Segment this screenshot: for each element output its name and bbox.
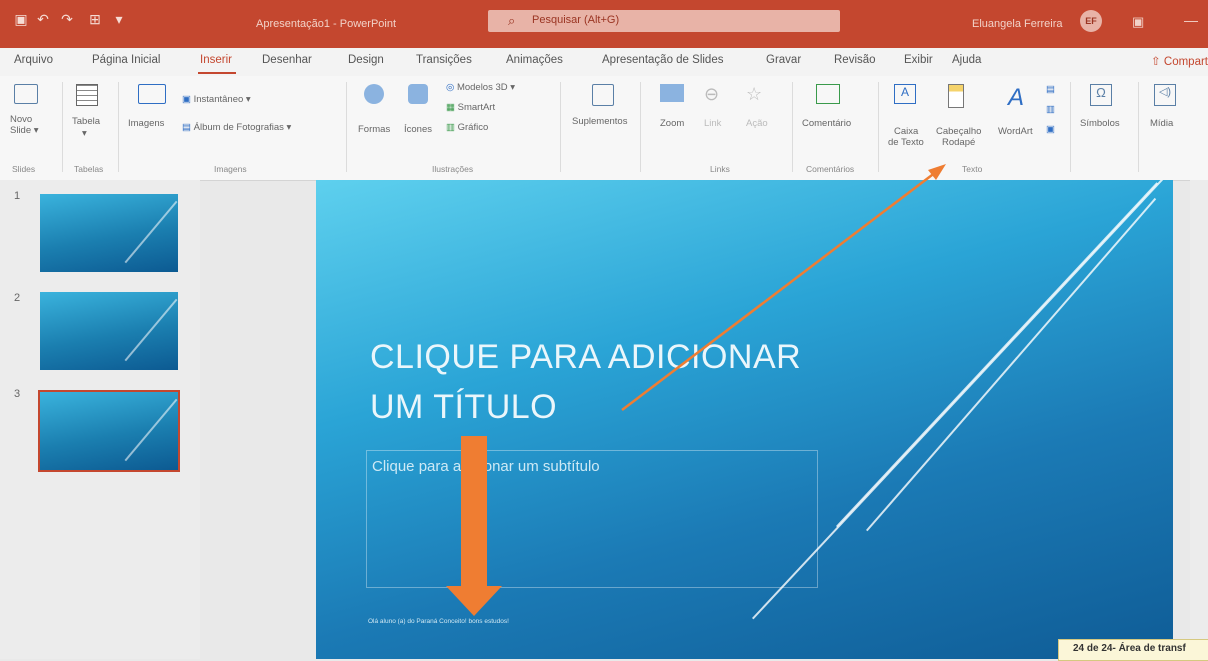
clipboard-status-chip: 24 de 24- Área de transf — [1058, 639, 1208, 661]
annotation-overlay — [446, 164, 946, 616]
annotation-down-arrow-head — [446, 586, 502, 616]
annotation-down-arrow-shaft — [461, 436, 487, 586]
clipboard-status-text: 24 de 24- Área de transf — [1073, 643, 1186, 654]
annotation-arrow-line — [621, 171, 937, 411]
annotation-arrow-head — [928, 164, 946, 180]
